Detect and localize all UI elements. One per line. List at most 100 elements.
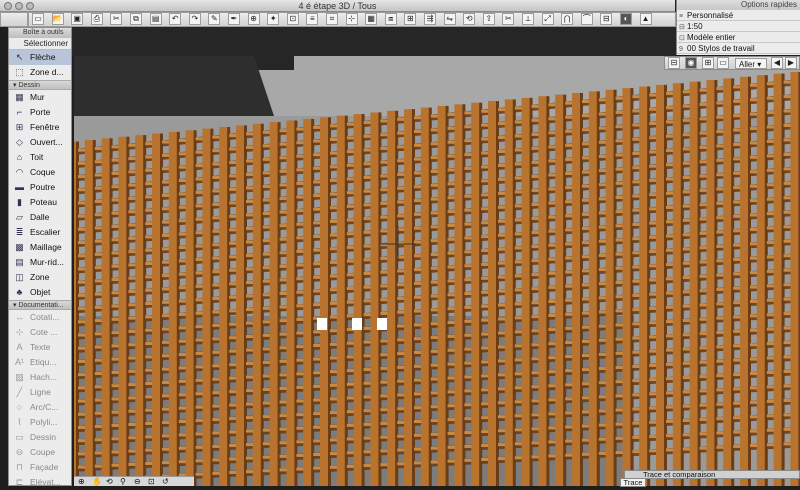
distribute-icon[interactable]: ⇶: [424, 13, 436, 25]
tool-roof[interactable]: ⌂ Toit: [9, 150, 71, 165]
tool-window[interactable]: ⊞ Fenêtre: [9, 120, 71, 135]
mirror-icon[interactable]: ⇋: [443, 13, 456, 25]
tool-slab[interactable]: ▱ Dalle: [9, 210, 71, 225]
find-select-icon[interactable]: ⊕: [247, 13, 260, 25]
trim-icon[interactable]: ✂: [502, 13, 515, 25]
guide-icon[interactable]: ⊹: [345, 13, 358, 25]
tool-wall[interactable]: ▦ Mur: [9, 90, 71, 105]
print-icon[interactable]: ⎙: [90, 13, 103, 25]
display-icon[interactable]: ▭: [717, 57, 729, 69]
render-icon[interactable]: ◐: [620, 13, 632, 25]
tool-beam[interactable]: ▬ Poutre: [9, 180, 71, 195]
tool-hatch[interactable]: ▨ Hach...: [9, 370, 71, 385]
minimize-window-button[interactable]: [15, 2, 23, 10]
tool-label: Dessin: [30, 432, 56, 442]
tool-stair[interactable]: ≣ Escalier: [9, 225, 71, 240]
tool-shell[interactable]: ◠ Coque: [9, 165, 71, 180]
offset-icon[interactable]: ⊟: [600, 13, 613, 25]
undo-icon[interactable]: ↶: [169, 13, 182, 25]
tool-text[interactable]: A Texte: [9, 340, 71, 355]
copy-icon[interactable]: ⧉: [130, 13, 142, 25]
zoom-previous-icon[interactable]: ↺: [162, 477, 169, 486]
tool-level-dimension[interactable]: ⊹ Cote ...: [9, 325, 71, 340]
redo-icon[interactable]: ↷: [188, 13, 201, 25]
tool-elevation[interactable]: ⊓ Façade: [9, 460, 71, 475]
tool-mesh[interactable]: ▩ Maillage: [9, 240, 71, 255]
split-icon[interactable]: ⟂: [522, 13, 534, 25]
intersect-icon[interactable]: ⋂: [561, 13, 574, 25]
forward-arrow-icon[interactable]: ▶: [785, 57, 797, 69]
inject-icon[interactable]: ✒: [228, 13, 240, 25]
elevate-icon[interactable]: ⇧: [482, 13, 495, 25]
goto-dropdown[interactable]: Aller ▾: [735, 58, 767, 69]
tool-label: Zone d...: [30, 67, 64, 77]
camera-icon[interactable]: ◉: [685, 57, 697, 69]
tool-polyline[interactable]: ⌇ Polyli...: [9, 415, 71, 430]
layers-icon[interactable]: ≡: [306, 13, 319, 25]
tool-label: Texte: [30, 342, 51, 352]
fillet-icon[interactable]: ⌒: [580, 13, 593, 25]
align-icon[interactable]: ⊞: [404, 13, 417, 25]
eyedropper-icon[interactable]: ✎: [208, 13, 221, 25]
paste-icon[interactable]: ▤: [149, 13, 162, 25]
tool-line[interactable]: ╱ Ligne: [9, 385, 71, 400]
trace-palette-title: Trace et comparaison: [624, 470, 800, 479]
tool-door[interactable]: ⌐ Porte: [9, 105, 71, 120]
new-document-icon[interactable]: ▭: [32, 13, 44, 25]
window-layout-icon[interactable]: ⊞: [702, 57, 714, 69]
open-icon[interactable]: 📂: [51, 13, 64, 25]
grid-icon[interactable]: ▦: [365, 13, 378, 25]
zoom-out-icon[interactable]: ⊖: [134, 477, 141, 486]
tool-interior-elevation[interactable]: ⊏ Elévat...: [9, 475, 71, 490]
fit-window-icon[interactable]: ⊡: [148, 477, 155, 486]
save-icon[interactable]: ▣: [71, 13, 84, 25]
select-label: Sélectionner: [9, 38, 71, 50]
tool-arrow[interactable]: ↖ Flèche: [9, 50, 71, 65]
zoom-in-icon[interactable]: ⊕: [78, 477, 85, 486]
text-icon: A: [16, 342, 23, 352]
fire-icon[interactable]: ▲: [639, 13, 652, 25]
quick-option-model-view[interactable]: ⊡ Modèle entier: [677, 32, 800, 43]
tool-dimension[interactable]: ↔ Cotati...: [9, 310, 71, 325]
view-settings-icon[interactable]: ⊟: [668, 57, 680, 69]
tool-column[interactable]: ▮ Poteau: [9, 195, 71, 210]
tool-object[interactable]: ♣ Objet: [9, 285, 71, 300]
drawing-icon: ▭: [15, 432, 24, 442]
cut-icon[interactable]: ✂: [110, 13, 123, 25]
arrange-icon[interactable]: ⧈: [384, 13, 397, 25]
quick-option-scale[interactable]: ⊟ 1:50: [677, 21, 800, 32]
rotate-icon[interactable]: ⟲: [463, 13, 476, 25]
canvas-top-background: [72, 27, 676, 56]
quick-options-header: Options rapides: [677, 0, 800, 10]
tool-arc[interactable]: ○ Arc/C...: [9, 400, 71, 415]
snap-icon[interactable]: ⌗: [326, 13, 338, 25]
tool-zone[interactable]: ◫ Zone: [9, 270, 71, 285]
quick-option-pen-set[interactable]: 9 00 Stylos de travail: [677, 43, 800, 54]
group-icon[interactable]: ⊡: [286, 13, 299, 25]
tool-label: Poutre: [30, 182, 56, 192]
quick-options-palette: Options rapides ≡ Personnalisé ⊟ 1:50 ⊡ Mod…: [676, 0, 800, 55]
quick-option-layer-combo[interactable]: ≡ Personnalisé: [677, 10, 800, 21]
trace-palette: Trace et comparaison Trace: [620, 470, 800, 487]
magic-wand-icon[interactable]: ✦: [267, 13, 280, 25]
door-icon: ⌐: [16, 107, 23, 117]
tool-drawing[interactable]: ▭ Dessin: [9, 430, 71, 445]
back-arrow-icon[interactable]: ◀: [771, 57, 783, 69]
section-draw[interactable]: ▾ Dessin: [9, 80, 71, 90]
walk-icon[interactable]: ⚲: [120, 477, 126, 486]
tool-curtain-wall[interactable]: ▤ Mur-rid...: [9, 255, 71, 270]
adjust-icon[interactable]: ⤢: [541, 13, 554, 25]
orbit-icon[interactable]: ⟲: [106, 477, 113, 486]
tool-marquee[interactable]: ⬚ Zone d...: [9, 65, 71, 80]
toolbox-palette: Boîte à outils Sélectionner ↖ Flèche ⬚ Zone…: [8, 27, 72, 487]
tool-opening[interactable]: ◇ Ouvert...: [9, 135, 71, 150]
arrow-icon: ↖: [15, 52, 24, 62]
pan-icon[interactable]: ✋: [92, 477, 102, 486]
zoom-window-button[interactable]: [26, 2, 34, 10]
tool-section[interactable]: ⊖ Coupe: [9, 445, 71, 460]
section-documentation[interactable]: ▾ Documentati...: [9, 300, 71, 310]
tool-label[interactable]: A¹ Etiqu...: [9, 355, 71, 370]
elevation-icon: ⊓: [15, 462, 24, 472]
3d-viewport[interactable]: [74, 56, 800, 486]
close-window-button[interactable]: [4, 2, 12, 10]
